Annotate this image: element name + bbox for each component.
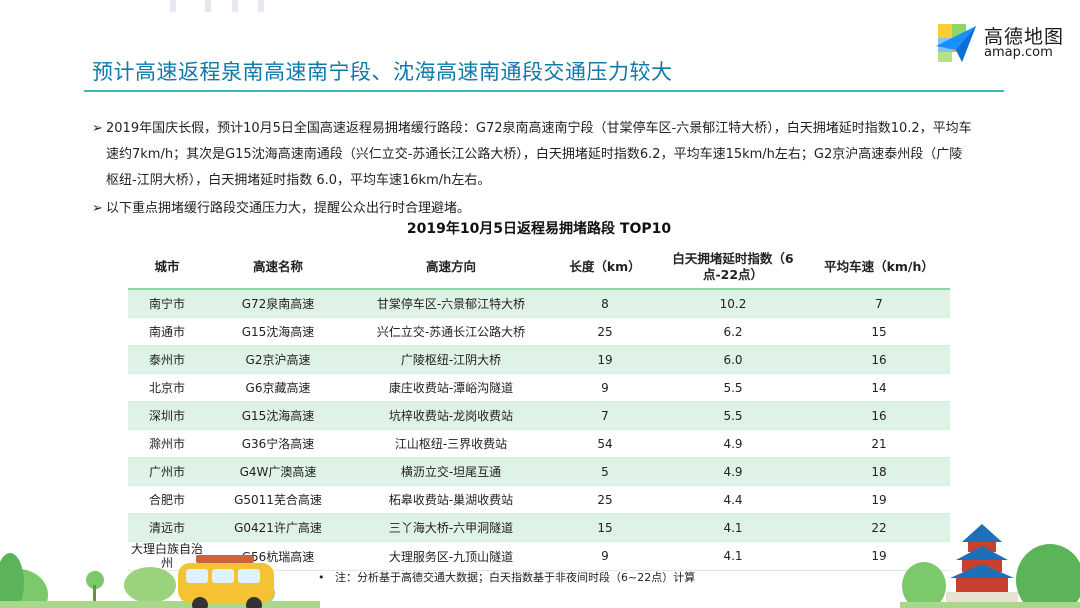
bullet-arrow-icon: ➢ <box>92 201 103 216</box>
column-header: 平均车速（km/h） <box>808 246 950 290</box>
table-cell: 南宁市 <box>128 289 206 318</box>
table-cell: 4.1 <box>658 541 808 571</box>
table-cell: 合肥市 <box>128 485 206 514</box>
table-cell: 6.0 <box>658 345 808 374</box>
table-cell: 15 <box>808 317 950 346</box>
table-cell: 14 <box>808 373 950 402</box>
table-cell: 19 <box>808 485 950 514</box>
table-cell: 4.1 <box>658 513 808 542</box>
table-cell: 广陵枢纽-江阴大桥 <box>350 345 552 374</box>
table-cell: G15沈海高速 <box>206 317 350 346</box>
table-cell: 18 <box>808 457 950 486</box>
table-row: 广州市 G4W广澳高速 横沥立交-坦尾互通 5 4.9 18 <box>128 457 950 486</box>
table-header-row: 城市 高速名称 高速方向 长度（km） 白天拥堵延时指数（6点-22点） 平均车… <box>128 246 950 290</box>
table-cell: 兴仁立交-苏通长江公路大桥 <box>350 317 552 346</box>
table-row: 滁州市 G36宁洛高速 江山枢纽-三界收费站 54 4.9 21 <box>128 429 950 458</box>
table-cell: 9 <box>552 373 658 402</box>
table-cell: 泰州市 <box>128 345 206 374</box>
table-cell: G2京沪高速 <box>206 345 350 374</box>
table-cell: 柘皋收费站-巢湖收费站 <box>350 485 552 514</box>
table-cell: 19 <box>552 345 658 374</box>
yellow-van-icon <box>178 555 274 608</box>
footnote-text: 注：分析基于高德交通大数据；白天指数基于非夜间时段（6~22点）计算 <box>334 571 696 584</box>
table-cell: 5.5 <box>658 401 808 430</box>
table-cell: 5.5 <box>658 373 808 402</box>
table-cell: 7 <box>552 401 658 430</box>
table-cell: 横沥立交-坦尾互通 <box>350 457 552 486</box>
bullet-paragraph-1: ➢ 2019年国庆长假，预计10月5日全国高速返程易拥堵缓行路段：G72泉南高速… <box>92 116 972 194</box>
table-cell: G6京藏高速 <box>206 373 350 402</box>
table-cell: 北京市 <box>128 373 206 402</box>
table-row: 北京市 G6京藏高速 康庄收费站-潭峪沟隧道 9 5.5 14 <box>128 373 950 402</box>
bullet-text: 2019年国庆长假，预计10月5日全国高速返程易拥堵缓行路段：G72泉南高速南宁… <box>106 121 972 188</box>
table-cell: 4.9 <box>658 457 808 486</box>
table-cell: G5011芜合高速 <box>206 485 350 514</box>
table-row: 南宁市 G72泉南高速 甘棠停车区-六景郁江特大桥 8 10.2 7 <box>128 289 950 318</box>
table-title: 2019年10月5日返程易拥堵路段 TOP10 <box>406 221 672 237</box>
table-cell: 16 <box>808 345 950 374</box>
table-cell: 三丫海大桥-六甲洞隧道 <box>350 513 552 542</box>
van-and-trees-illustration <box>0 553 320 608</box>
table-cell: 25 <box>552 485 658 514</box>
table-cell: 54 <box>552 429 658 458</box>
table-cell: 4.9 <box>658 429 808 458</box>
table-cell: 25 <box>552 317 658 346</box>
column-header: 城市 <box>128 246 206 290</box>
table-cell: 21 <box>808 429 950 458</box>
table-cell: G4W广澳高速 <box>206 457 350 486</box>
table-cell: 康庄收费站-潭峪沟隧道 <box>350 373 552 402</box>
table-cell: 7 <box>808 289 950 318</box>
table-row: 泰州市 G2京沪高速 广陵枢纽-江阴大桥 19 6.0 16 <box>128 345 950 374</box>
table-cell: 9 <box>552 541 658 571</box>
table-cell: 大理服务区-九顶山隧道 <box>350 541 552 571</box>
column-header: 高速方向 <box>350 246 552 290</box>
table-row: 深圳市 G15沈海高速 坑梓收费站-龙岗收费站 7 5.5 16 <box>128 401 950 430</box>
column-header: 长度（km） <box>552 246 658 290</box>
footnote: • 注：分析基于高德交通大数据；白天指数基于非夜间时段（6~22点）计算 <box>318 571 696 584</box>
table-cell: 8 <box>552 289 658 318</box>
logo-text-en: amap.com <box>984 45 1053 60</box>
table-cell: G15沈海高速 <box>206 401 350 430</box>
table-cell: 广州市 <box>128 457 206 486</box>
temple-icon <box>946 524 1018 608</box>
column-header: 高速名称 <box>206 246 350 290</box>
table-cell: 16 <box>808 401 950 430</box>
table-cell: 甘棠停车区-六景郁江特大桥 <box>350 289 552 318</box>
table-row: 合肥市 G5011芜合高速 柘皋收费站-巢湖收费站 25 4.4 19 <box>128 485 950 514</box>
table-cell: 深圳市 <box>128 401 206 430</box>
column-header: 白天拥堵延时指数（6点-22点） <box>658 246 808 290</box>
table-cell: 10.2 <box>658 289 808 318</box>
table-cell: G72泉南高速 <box>206 289 350 318</box>
amap-paper-plane-logo-icon <box>936 24 976 62</box>
table-cell: G36宁洛高速 <box>206 429 350 458</box>
congestion-table: 城市 高速名称 高速方向 长度（km） 白天拥堵延时指数（6点-22点） 平均车… <box>128 246 950 571</box>
table-cell: 4.4 <box>658 485 808 514</box>
temple-of-heaven-illustration <box>900 524 1080 608</box>
table-cell: 坑梓收费站-龙岗收费站 <box>350 401 552 430</box>
table-row: 南通市 G15沈海高速 兴仁立交-苏通长江公路大桥 25 6.2 15 <box>128 317 950 346</box>
page-title: 预计高速返程泉南高速南宁段、沈海高速南通段交通压力较大 <box>92 60 673 84</box>
title-divider <box>84 90 1004 92</box>
table-cell: 15 <box>552 513 658 542</box>
table-cell: 滁州市 <box>128 429 206 458</box>
table-cell: 南通市 <box>128 317 206 346</box>
table-cell: 江山枢纽-三界收费站 <box>350 429 552 458</box>
table-cell: 5 <box>552 457 658 486</box>
bullet-arrow-icon: ➢ <box>92 121 103 136</box>
table-cell: 6.2 <box>658 317 808 346</box>
top-decoration <box>170 0 264 12</box>
amap-logo: 高德地图 amap.com <box>932 20 1072 66</box>
